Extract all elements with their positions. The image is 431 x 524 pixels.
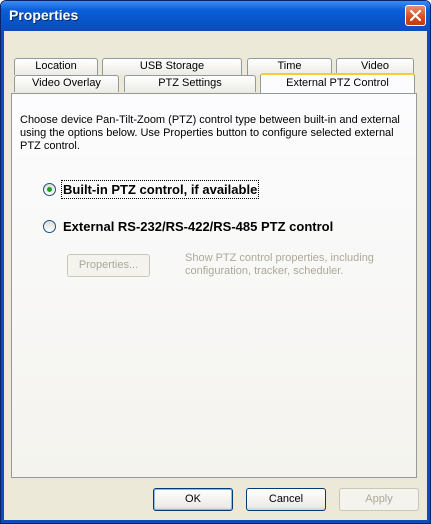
window-title: Properties [9,7,79,23]
cancel-button[interactable]: Cancel [246,488,326,511]
ok-button[interactable]: OK [153,488,233,511]
tab-video-overlay[interactable]: Video Overlay [14,75,119,92]
builtin-ptz-label[interactable]: Built-in PTZ control, if available [60,180,260,199]
builtin-ptz-radio[interactable] [43,183,56,196]
properties-button[interactable]: Properties... [67,254,150,277]
apply-button[interactable]: Apply [339,488,419,511]
window-frame-bottom [1,520,430,523]
window-frame-left [1,31,4,523]
external-ptz-radio[interactable] [43,220,56,233]
properties-hint: Show PTZ control properties, including c… [185,252,374,277]
close-button[interactable] [405,5,426,26]
tab-panel: Choose device Pan-Tilt-Zoom (PTZ) contro… [11,93,417,478]
external-ptz-label[interactable]: External RS-232/RS-422/RS-485 PTZ contro… [63,219,333,234]
window-frame-right [427,31,430,523]
tab-external-ptz-control[interactable]: External PTZ Control [260,73,415,93]
tab-usb-storage[interactable]: USB Storage [102,58,242,75]
title-bar[interactable]: Properties [1,1,430,31]
close-icon [410,10,421,21]
tab-ptz-settings[interactable]: PTZ Settings [124,75,256,92]
description-text: Choose device Pan-Tilt-Zoom (PTZ) contro… [20,114,400,152]
radio-selected-dot [47,187,52,192]
properties-dialog: Properties Location USB Storage Time Vid… [0,0,431,524]
tab-location[interactable]: Location [14,58,98,75]
